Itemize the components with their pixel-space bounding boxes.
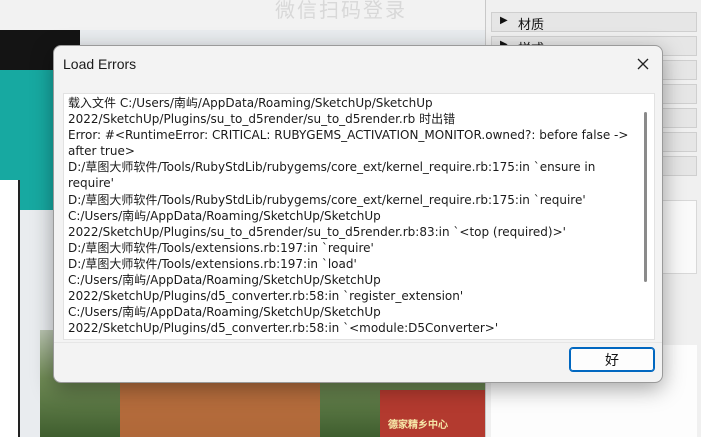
building-sign-text: 德家精乡中心 <box>388 420 448 431</box>
tray-item-label: 材质 <box>518 18 545 33</box>
error-line: D:/草图大师软件/Tools/extensions.rb:197:in `re… <box>68 240 374 255</box>
error-message-text: 载入文件 C:/Users/南屿/AppData/Roaming/SketchU… <box>68 95 638 338</box>
footer-divider <box>54 342 662 343</box>
scene-white-wall <box>0 180 20 437</box>
error-line: D:/草图大师软件/Tools/RubyStdLib/rubygems/core… <box>68 160 596 175</box>
error-line: 2022/SketchUp/Plugins/su_to_d5render/su_… <box>68 224 566 239</box>
error-line: 2022/SketchUp/Plugins/su_to_d5render/su_… <box>68 112 456 127</box>
error-message-box[interactable]: 载入文件 C:/Users/南屿/AppData/Roaming/SketchU… <box>63 93 655 340</box>
dialog-title: Load Errors <box>63 56 137 72</box>
error-line: D:/草图大师软件/Tools/RubyStdLib/rubygems/core… <box>68 192 586 207</box>
close-button[interactable] <box>626 50 660 78</box>
load-errors-dialog: Load Errors 载入文件 C:/Users/南屿/AppData/Roa… <box>53 45 663 383</box>
error-line: after true> <box>68 144 135 159</box>
error-line: C:/Users/南屿/AppData/Roaming/SketchUp/Ske… <box>68 208 381 223</box>
scene-sports-court <box>120 380 320 437</box>
error-line: 2022/SketchUp/Plugins/d5_converter.rb:58… <box>68 321 499 336</box>
error-line: D:/草图大师软件/Tools/extensions.rb:197:in `lo… <box>68 256 357 271</box>
expand-arrow-icon: ▶ <box>500 15 508 26</box>
error-line: require' <box>68 176 114 191</box>
scrollbar-thumb[interactable] <box>644 112 647 282</box>
tray-item-materials[interactable]: ▶ 材质 <box>491 12 697 33</box>
error-line: 2022/SketchUp/Plugins/d5_converter.rb:58… <box>68 289 464 304</box>
ok-button[interactable]: 好 <box>569 347 655 372</box>
close-icon <box>637 58 649 70</box>
vertical-scrollbar[interactable] <box>641 95 654 338</box>
wechat-login-title: 微信扫码登录 <box>275 0 407 22</box>
error-line: C:/Users/南屿/AppData/Roaming/SketchUp/Ske… <box>68 305 381 320</box>
scene-building: 德家精乡中心 <box>380 390 485 437</box>
error-line: Error: #<RuntimeError: CRITICAL: RUBYGEM… <box>68 128 629 143</box>
error-line: 载入文件 C:/Users/南屿/AppData/Roaming/SketchU… <box>68 96 433 110</box>
error-line: C:/Users/南屿/AppData/Roaming/SketchUp/Ske… <box>68 273 381 288</box>
